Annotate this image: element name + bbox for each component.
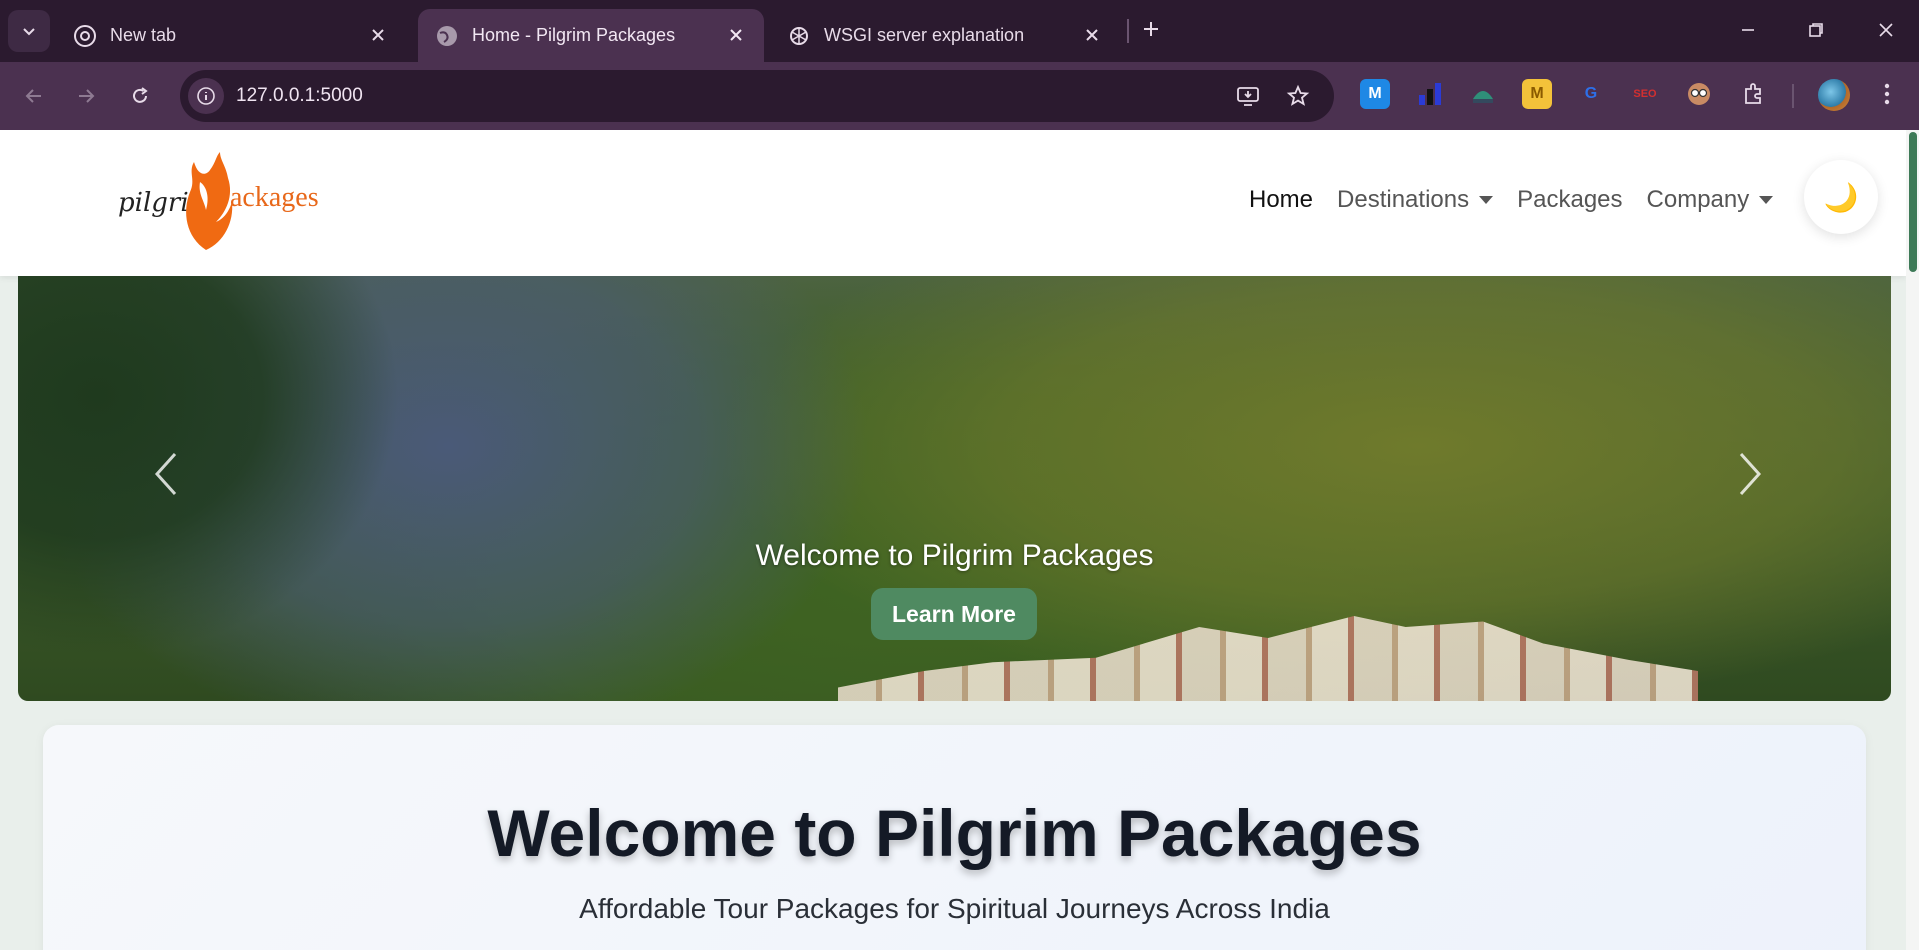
scrollbar-thumb[interactable] — [1909, 132, 1917, 272]
caret-down-icon — [1479, 196, 1494, 204]
hero-caption-title: Welcome to Pilgrim Packages — [755, 539, 1154, 572]
welcome-heading: Welcome to Pilgrim Packages — [487, 796, 1422, 870]
chevron-down-icon — [23, 28, 35, 36]
arrow-right-icon — [79, 89, 95, 103]
toolbar-separator — [1792, 84, 1794, 108]
page-scrollbar[interactable] — [1906, 130, 1919, 950]
window-close-button[interactable] — [1864, 10, 1908, 50]
caret-down-icon — [1759, 196, 1774, 204]
theme-toggle-button[interactable]: 🌙 — [1804, 160, 1878, 234]
hero-carousel: Welcome to Pilgrim Packages Learn More — [18, 276, 1891, 701]
site-logo[interactable]: pilgri ackages — [118, 152, 328, 252]
install-app-icon[interactable] — [1234, 82, 1262, 110]
nav-home-link[interactable]: Home — [1249, 186, 1313, 214]
tab-separator — [1127, 19, 1129, 43]
new-tab-button[interactable] — [1136, 14, 1166, 44]
nav-company-dropdown[interactable]: Company — [1647, 186, 1774, 214]
arrow-left-icon — [25, 89, 41, 103]
profile-avatar[interactable] — [1818, 79, 1850, 111]
openai-icon — [788, 25, 810, 47]
url-text[interactable]: 127.0.0.1:5000 — [236, 85, 363, 107]
extension-m-yellow-icon[interactable]: M — [1522, 79, 1552, 109]
chevron-right-icon — [1739, 452, 1762, 496]
extension-glasses-icon[interactable] — [1684, 79, 1714, 109]
chrome-icon — [74, 24, 96, 47]
extension-m-blue-icon[interactable]: M — [1360, 79, 1390, 109]
welcome-subtitle: Affordable Tour Packages for Spiritual J… — [579, 893, 1330, 924]
tab-strip: New tab Home - Pilgrim Packages WSGI ser… — [0, 0, 1919, 62]
tab-home-pilgrim-packages[interactable]: Home - Pilgrim Packages — [418, 9, 764, 62]
minimize-icon — [1742, 29, 1754, 31]
tab-search-button[interactable] — [8, 10, 50, 52]
more-menu-icon[interactable] — [1872, 79, 1902, 109]
extension-seo-icon[interactable]: SEO — [1630, 79, 1660, 109]
carousel-prev-button[interactable] — [146, 444, 186, 504]
page-viewport: pilgri ackages Home Destinations Package… — [0, 130, 1919, 950]
tab-title: New tab — [110, 25, 177, 45]
close-icon — [1879, 23, 1893, 37]
tab-new-tab[interactable]: New tab — [56, 9, 406, 62]
close-icon[interactable] — [726, 25, 746, 45]
reload-button[interactable] — [118, 74, 162, 118]
welcome-section: Welcome to Pilgrim Packages Affordable T… — [43, 725, 1866, 950]
browser-toolbar: 127.0.0.1:5000 M M G SEO — [0, 62, 1919, 130]
chevron-left-icon — [154, 452, 177, 496]
back-button[interactable] — [12, 74, 56, 118]
extension-bar-chart-icon[interactable] — [1414, 79, 1444, 109]
globe-icon — [436, 25, 458, 47]
plus-icon — [1144, 22, 1158, 36]
reload-icon — [133, 87, 148, 103]
extension-owl-icon[interactable] — [1468, 79, 1498, 109]
site-info-icon[interactable] — [188, 78, 224, 114]
tab-wsgi-server-explanation[interactable]: WSGI server explanation — [770, 9, 1120, 62]
restore-icon — [1809, 23, 1823, 37]
address-bar[interactable]: 127.0.0.1:5000 — [180, 70, 1334, 122]
bookmark-star-icon[interactable] — [1284, 82, 1312, 110]
nav-destinations-dropdown[interactable]: Destinations — [1337, 186, 1494, 214]
close-icon[interactable] — [1082, 25, 1102, 45]
extension-google-icon[interactable]: G — [1576, 79, 1606, 109]
minimize-button[interactable] — [1726, 10, 1770, 50]
carousel-next-button[interactable] — [1730, 444, 1770, 504]
tab-title: WSGI server explanation — [824, 25, 1025, 45]
extensions-puzzle-icon[interactable] — [1738, 79, 1768, 109]
main-nav: Home Destinations Packages Company — [1249, 186, 1797, 214]
forward-button[interactable] — [64, 74, 108, 118]
logo-flame-icon — [186, 152, 233, 250]
site-navbar: pilgri ackages Home Destinations Package… — [0, 130, 1906, 276]
moon-icon: 🌙 — [1823, 181, 1859, 213]
logo-rest-text: ackages — [230, 182, 319, 213]
nav-packages-link[interactable]: Packages — [1517, 186, 1622, 214]
learn-more-button[interactable]: Learn More — [871, 588, 1037, 640]
restore-button[interactable] — [1794, 10, 1838, 50]
close-icon[interactable] — [368, 25, 388, 45]
tab-title: Home - Pilgrim Packages — [472, 25, 676, 45]
